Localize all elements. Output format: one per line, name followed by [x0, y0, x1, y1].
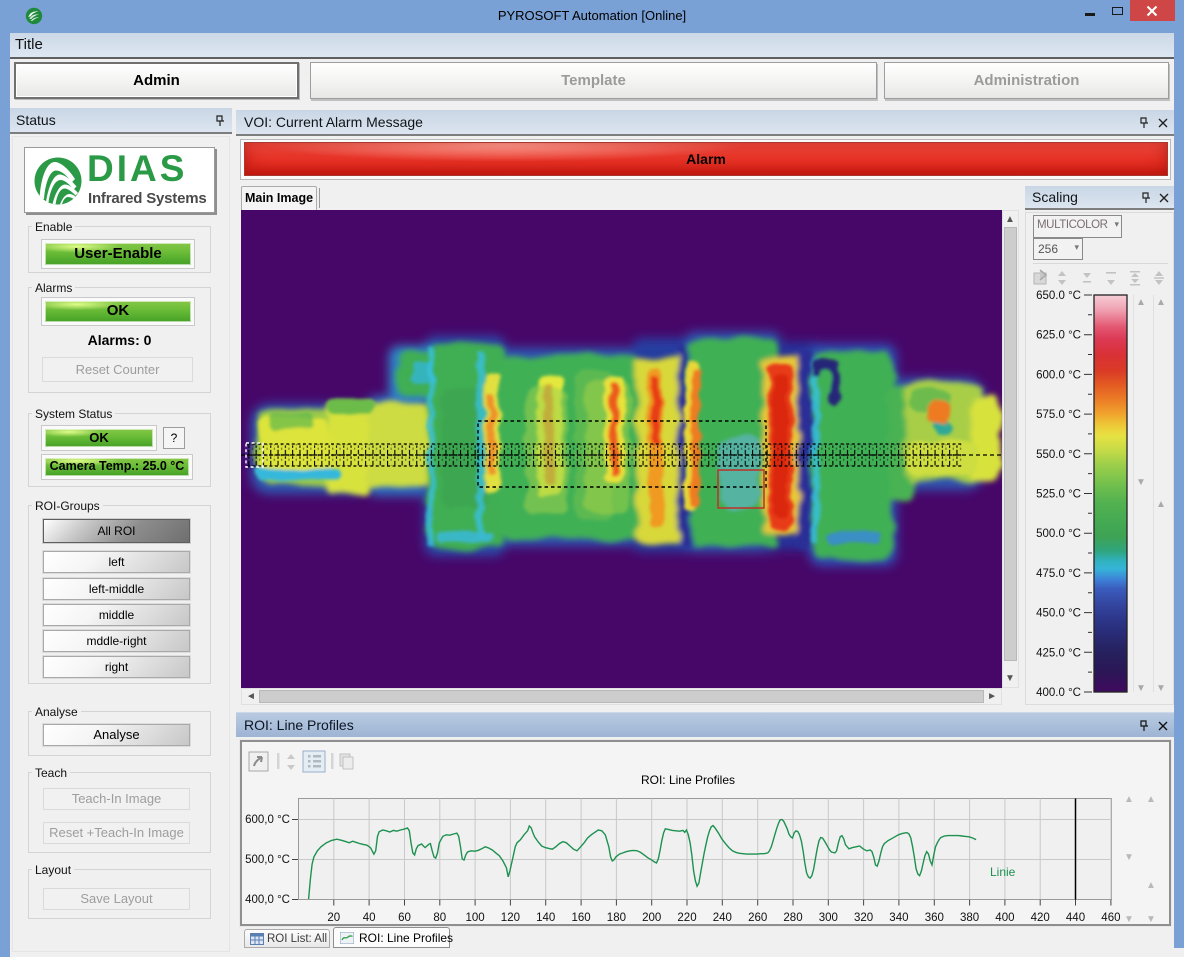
svg-text:220: 220 [677, 912, 696, 924]
svg-text:650.0 °C: 650.0 °C [1036, 290, 1081, 302]
svg-text:▲: ▲ [1146, 880, 1156, 891]
svg-text:460: 460 [1101, 912, 1120, 924]
svg-text:550.0 °C: 550.0 °C [1036, 449, 1081, 461]
svg-text:440: 440 [1066, 912, 1085, 924]
svg-text:▲: ▲ [1136, 297, 1146, 308]
svg-text:625.0 °C: 625.0 °C [1036, 330, 1081, 342]
svg-text:360: 360 [925, 912, 944, 924]
svg-text:Linie: Linie [990, 865, 1016, 879]
svg-text:140: 140 [536, 912, 555, 924]
svg-text:100: 100 [466, 912, 485, 924]
svg-text:▼: ▼ [1156, 683, 1166, 694]
svg-text:600.0 °C: 600.0 °C [1036, 369, 1081, 381]
svg-text:▼: ▼ [1146, 914, 1156, 924]
svg-text:▲: ▲ [1156, 499, 1166, 510]
svg-text:240: 240 [713, 912, 732, 924]
svg-text:450.0 °C: 450.0 °C [1036, 608, 1081, 620]
svg-text:380: 380 [960, 912, 979, 924]
svg-text:425.0 °C: 425.0 °C [1036, 647, 1081, 659]
svg-text:400: 400 [995, 912, 1014, 924]
svg-text:40: 40 [363, 912, 376, 924]
svg-text:525.0 °C: 525.0 °C [1036, 489, 1081, 501]
svg-text:180: 180 [607, 912, 626, 924]
svg-text:120: 120 [501, 912, 520, 924]
svg-text:600,0 °C: 600,0 °C [245, 814, 290, 826]
svg-text:500,0 °C: 500,0 °C [245, 854, 290, 866]
svg-text:575.0 °C: 575.0 °C [1036, 409, 1081, 421]
svg-text:400.0 °C: 400.0 °C [1036, 687, 1081, 699]
svg-text:▼: ▼ [1136, 477, 1146, 488]
svg-text:▼: ▼ [1124, 914, 1134, 924]
svg-text:500.0 °C: 500.0 °C [1036, 528, 1081, 540]
svg-text:▼: ▼ [1124, 852, 1134, 863]
svg-text:ROI: Line Profiles: ROI: Line Profiles [641, 773, 735, 787]
svg-text:300: 300 [819, 912, 838, 924]
svg-text:80: 80 [433, 912, 446, 924]
svg-text:420: 420 [1031, 912, 1050, 924]
svg-text:20: 20 [327, 912, 340, 924]
svg-text:340: 340 [889, 912, 908, 924]
svg-text:160: 160 [572, 912, 591, 924]
svg-text:475.0 °C: 475.0 °C [1036, 568, 1081, 580]
svg-text:60: 60 [398, 912, 411, 924]
svg-text:400,0 °C: 400,0 °C [245, 894, 290, 906]
svg-text:▲: ▲ [1146, 794, 1156, 805]
svg-text:280: 280 [783, 912, 802, 924]
svg-text:320: 320 [854, 912, 873, 924]
svg-text:▼: ▼ [1136, 683, 1146, 694]
svg-text:200: 200 [642, 912, 661, 924]
svg-text:▲: ▲ [1124, 794, 1134, 805]
svg-text:▲: ▲ [1156, 297, 1166, 308]
svg-text:260: 260 [748, 912, 767, 924]
